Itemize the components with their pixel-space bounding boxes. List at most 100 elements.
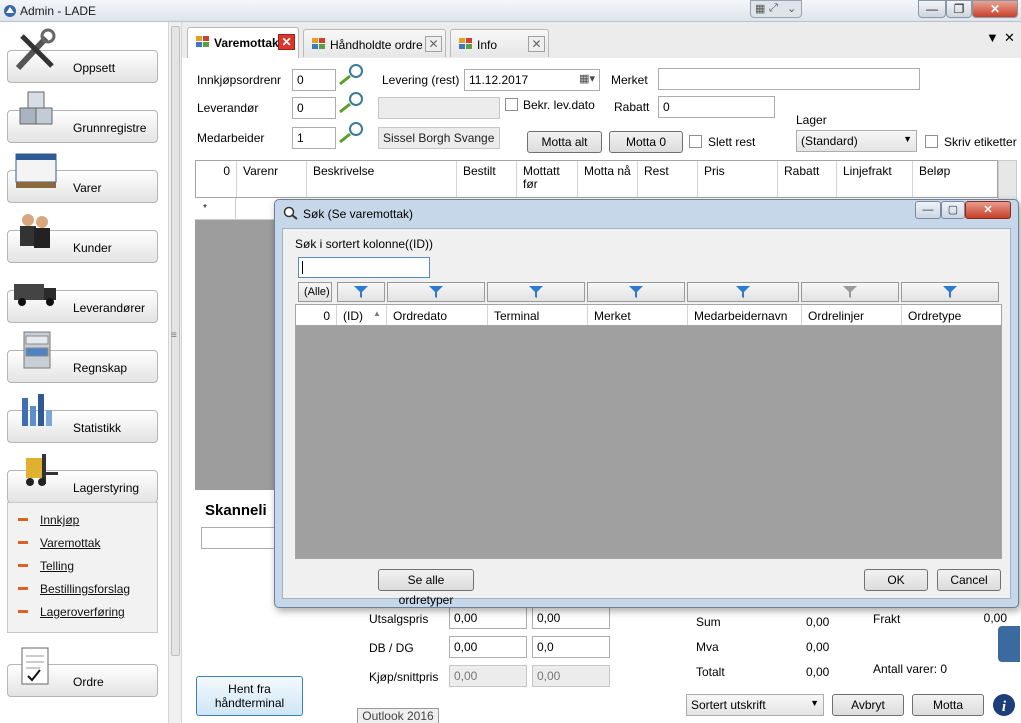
submenu-bestillingsforslag[interactable]: Bestillingsforslag bbox=[40, 582, 130, 596]
col-ordrelinjer[interactable]: Ordrelinjer bbox=[801, 305, 901, 325]
dialog-close-button[interactable]: ✕ bbox=[965, 201, 1011, 219]
search-icon[interactable] bbox=[336, 90, 368, 116]
motta-button[interactable]: Motta bbox=[912, 694, 984, 716]
col-ordretype[interactable]: Ordretype bbox=[901, 305, 1001, 325]
slett-rest-checkbox[interactable] bbox=[689, 135, 702, 148]
cancel-button[interactable]: Cancel bbox=[937, 569, 1001, 591]
col-linjefrakt[interactable]: Linjefrakt bbox=[836, 161, 912, 197]
minimize-button[interactable]: — bbox=[918, 0, 946, 18]
avbryt-button[interactable]: Avbryt bbox=[832, 694, 904, 716]
db-input-2[interactable]: 0,0 bbox=[532, 636, 610, 658]
dialog-maximize-button[interactable]: ▢ bbox=[941, 201, 965, 219]
expand-icon: ⤢ bbox=[769, 2, 778, 14]
filter-terminal-button[interactable] bbox=[487, 282, 585, 302]
col-rabatt[interactable]: Rabatt bbox=[777, 161, 836, 197]
se-alle-ordretyper-button[interactable]: Se alle ordretyper bbox=[378, 569, 474, 607]
filter-id-button[interactable] bbox=[337, 282, 385, 302]
tab-close-icon[interactable]: ✕ bbox=[1004, 30, 1015, 46]
dialog-search-input[interactable] bbox=[298, 257, 430, 278]
scanner-input[interactable] bbox=[201, 527, 281, 549]
col-motta-na[interactable]: Motta nå bbox=[577, 161, 637, 197]
info-icon[interactable]: i bbox=[992, 693, 1016, 717]
bekr-checkbox[interactable] bbox=[505, 98, 518, 111]
dialog-row-count: 0 bbox=[323, 309, 330, 323]
title-extra-controls[interactable]: ▦ ⤢ ⌄ bbox=[750, 0, 802, 18]
col-ordredato[interactable]: Ordredato bbox=[386, 305, 487, 325]
tab-info[interactable]: Info ✕ bbox=[450, 29, 549, 57]
innkjopsordrenr-input[interactable]: 0 bbox=[292, 69, 336, 91]
ok-button[interactable]: OK bbox=[864, 569, 928, 591]
dialog-grid[interactable] bbox=[295, 326, 1002, 559]
motta-alt-button[interactable]: Motta alt bbox=[527, 131, 602, 153]
submenu-telling[interactable]: Telling bbox=[40, 559, 74, 573]
tab-icon bbox=[312, 38, 325, 49]
tab-label: Varemottak bbox=[214, 36, 279, 50]
motta-0-button[interactable]: Motta 0 bbox=[609, 131, 683, 153]
leverandor-input[interactable]: 0 bbox=[292, 97, 336, 119]
submenu-lageroverforing[interactable]: Lageroverføring bbox=[40, 605, 125, 619]
col-mottatt-for[interactable]: Mottatt før bbox=[516, 161, 577, 197]
close-button[interactable]: ✕ bbox=[972, 0, 1018, 18]
submenu-innkjop[interactable]: Innkjøp bbox=[40, 513, 79, 527]
skriv-etiketter-checkbox[interactable] bbox=[925, 135, 938, 148]
people-icon bbox=[20, 214, 50, 248]
maximize-button[interactable]: ❐ bbox=[946, 0, 972, 18]
scroll-thumb[interactable] bbox=[171, 26, 180, 656]
hent-fra-handterminal-button[interactable]: Hent fra håndterminal bbox=[196, 676, 303, 716]
nav-label: Ordre bbox=[73, 675, 104, 689]
close-icon[interactable]: ✕ bbox=[425, 36, 442, 52]
col-merket[interactable]: Merket bbox=[587, 305, 687, 325]
lager-select[interactable]: (Standard) ▼ bbox=[796, 130, 917, 152]
col-bestilt[interactable]: Bestilt bbox=[456, 161, 516, 197]
document-icon bbox=[21, 647, 49, 685]
grip-icon: ≡ bbox=[171, 330, 177, 341]
new-row-marker: * bbox=[203, 203, 207, 214]
col-pris[interactable]: Pris bbox=[697, 161, 777, 197]
alle-filter-button[interactable]: (Alle) bbox=[298, 282, 332, 302]
tab-handholdte-ordre[interactable]: Håndholdte ordre ✕ bbox=[303, 29, 446, 57]
col-id[interactable]: (ID) ▲ bbox=[336, 305, 386, 325]
db-input-1[interactable]: 0,00 bbox=[449, 636, 527, 658]
col-terminal[interactable]: Terminal bbox=[487, 305, 587, 325]
nav-scrollbar[interactable]: ≡ bbox=[168, 22, 182, 723]
levering-date-picker[interactable]: 11.12.2017 ▦▾ bbox=[464, 69, 600, 91]
col-rest[interactable]: Rest bbox=[637, 161, 697, 197]
medarbeider-input[interactable]: 1 bbox=[292, 127, 336, 149]
cubes-icon bbox=[19, 91, 53, 125]
window-title: Admin - LADE bbox=[20, 4, 97, 18]
left-navigation: Oppsett Grunnregistre Varer Kunder Lever… bbox=[0, 22, 168, 723]
merket-input[interactable] bbox=[658, 68, 920, 90]
lager-value: (Standard) bbox=[801, 134, 858, 148]
filter-medarbeidernavn-button[interactable] bbox=[687, 282, 799, 302]
tab-list-icon[interactable]: ▼ bbox=[986, 30, 999, 45]
tab-varemottak[interactable]: Varemottak ✕ bbox=[187, 27, 299, 58]
filter-merket-button[interactable] bbox=[587, 282, 685, 302]
filter-ordrelinjer-button[interactable] bbox=[801, 282, 899, 302]
side-panel-handle[interactable] bbox=[998, 626, 1020, 662]
rabatt-input[interactable]: 0 bbox=[658, 96, 775, 118]
close-icon[interactable]: ✕ bbox=[528, 36, 545, 52]
dialog-grid-header: 0 (ID) ▲ Ordredato Terminal Merket Medarb… bbox=[295, 304, 1002, 326]
col-beskrivelse[interactable]: Beskrivelse bbox=[306, 161, 456, 197]
col-medarbeidernavn[interactable]: Medarbeidernavn bbox=[687, 305, 801, 325]
search-icon[interactable] bbox=[336, 120, 368, 146]
dialog-minimize-button[interactable]: — bbox=[915, 201, 941, 219]
col-varenr[interactable]: Varenr bbox=[236, 161, 306, 197]
close-icon[interactable]: ✕ bbox=[278, 34, 295, 50]
funnel-icon bbox=[943, 286, 957, 298]
search-icon[interactable] bbox=[336, 62, 368, 88]
app-icon bbox=[4, 5, 16, 17]
tab-icon bbox=[196, 36, 209, 47]
submenu-varemottak[interactable]: Varemottak bbox=[40, 536, 100, 550]
col-belop[interactable]: Beløp bbox=[912, 161, 997, 197]
filter-ordretype-button[interactable] bbox=[901, 282, 999, 302]
utsalgspris-input-2[interactable]: 0,00 bbox=[532, 607, 610, 629]
medarbeider-label: Medarbeider bbox=[197, 131, 265, 145]
utsalgspris-input-1[interactable]: 0,00 bbox=[449, 607, 527, 629]
bekr-label: Bekr. lev.dato bbox=[523, 98, 595, 112]
filter-ordredato-button[interactable] bbox=[387, 282, 485, 302]
print-select[interactable]: Sortert utskrift ▼ bbox=[686, 694, 824, 716]
dialog-body: Søk i sortert kolonne ((ID)) (Alle) 0 (I… bbox=[282, 228, 1011, 607]
cabinet-icon bbox=[23, 331, 51, 369]
outlook-label: Outlook 2016 bbox=[357, 708, 439, 723]
